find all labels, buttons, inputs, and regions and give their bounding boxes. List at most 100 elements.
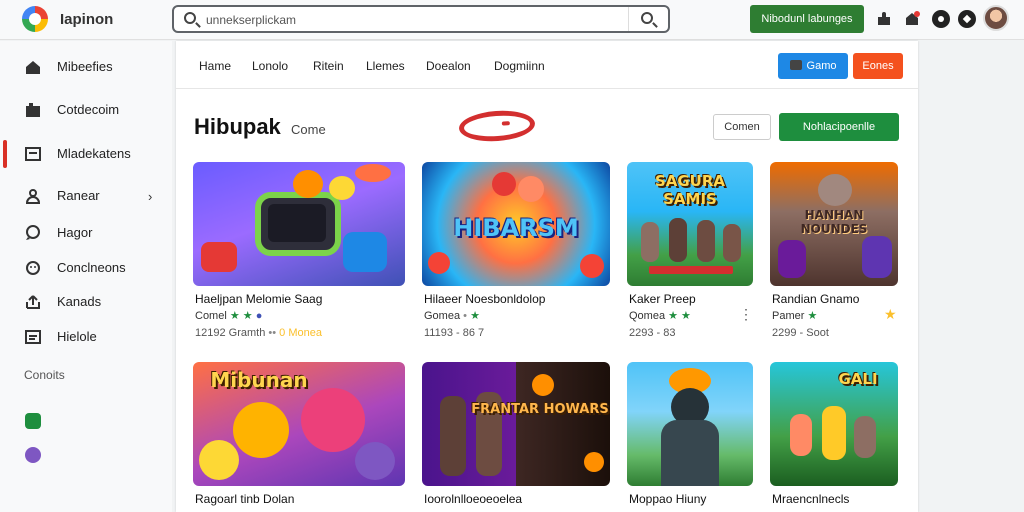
app-badge-icon[interactable] <box>25 413 41 429</box>
chat-icon <box>25 225 41 241</box>
game-thumbnail[interactable] <box>627 362 753 486</box>
card-title[interactable]: Moppao Hiuny <box>629 492 706 506</box>
app-logo-icon[interactable] <box>22 6 48 32</box>
tab-bar: Hame Lonolo Ritein Llemes Doealon Dogmii… <box>176 41 918 89</box>
card-meta: 2293 - 83 <box>629 327 676 339</box>
card-title[interactable]: Hilaeer Noesbonldolop <box>424 292 545 306</box>
gamepad-icon <box>25 260 41 276</box>
star-icon[interactable]: ★ <box>884 306 897 323</box>
game-card[interactable]: Moppao Hiuny <box>627 362 753 512</box>
thumbnail-title: SAGURA SAMIS <box>654 172 726 208</box>
game-thumbnail[interactable]: GALI <box>770 362 898 486</box>
upload-icon <box>25 294 41 310</box>
gamo-button[interactable]: Gamo <box>778 53 848 79</box>
sidebar-section-label: Conoits <box>24 368 65 382</box>
notifications-icon[interactable] <box>903 10 921 28</box>
sidebar-item-label: Mibeefies <box>57 59 113 74</box>
star-icon: ★ ★ <box>229 310 253 322</box>
card-meta: 11193 - 86 7 <box>424 327 485 339</box>
game-thumbnail[interactable]: HIBARSM <box>422 162 610 286</box>
star-icon: ★ <box>807 310 818 322</box>
sidebar-item-hagor[interactable]: Hagor <box>0 213 172 253</box>
tab-lonolo[interactable]: Lonolo <box>252 59 288 73</box>
thumbnail-title: GALI <box>838 370 878 388</box>
game-card[interactable]: HANHAN NOUNDES Randian Gnamo Pamer ★ 229… <box>770 162 898 348</box>
game-thumbnail[interactable]: FRANTAR HOWARS <box>422 362 610 486</box>
sidebar-item-label: Hielole <box>57 329 97 344</box>
gamepad-icon <box>789 60 802 70</box>
game-card[interactable]: HIBARSM Hilaeer Noesbonldolop Gomea • ★ … <box>422 162 610 348</box>
card-title[interactable]: Ragoarl tinb Dolan <box>195 492 294 506</box>
search-button[interactable] <box>628 7 668 31</box>
square-icon <box>25 146 41 162</box>
sidebar-item-hielole[interactable]: Hielole <box>0 317 172 357</box>
card-title[interactable]: Randian Gnamo <box>772 292 859 306</box>
page-title: Hibupak <box>194 114 281 139</box>
tab-ritein[interactable]: Ritein <box>313 59 344 73</box>
game-card[interactable]: SAGURA SAMIS Kaker Preep Qomea ★ ★ 2293 … <box>627 162 753 348</box>
settings-icon[interactable] <box>932 10 950 28</box>
sidebar-item-label: Ranear <box>57 188 100 203</box>
scribble-mark <box>458 108 536 144</box>
game-card[interactable]: Haeljpan Melomie Saag Comel ★ ★ ● 12192 … <box>193 162 405 348</box>
main-panel: Hame Lonolo Ritein Llemes Doealon Dogmii… <box>176 41 918 512</box>
card-subtitle: Comel ★ ★ ● <box>195 310 263 322</box>
card-title[interactable]: Haeljpan Melomie Saag <box>195 292 322 306</box>
list-icon <box>25 329 41 345</box>
game-thumbnail[interactable]: SAGURA SAMIS <box>627 162 753 286</box>
sidebar-item-label: Mladekatens <box>57 146 131 161</box>
sidebar-item-mibeefies[interactable]: Mibeefies <box>0 47 172 87</box>
sidebar-item-label: Conclneons <box>57 260 126 275</box>
card-subtitle: Qomea ★ ★ <box>629 310 691 322</box>
badge-icon: ● <box>255 310 263 322</box>
game-thumbnail[interactable] <box>193 162 405 286</box>
game-card[interactable]: FRANTAR HOWARS Ioorolnlloeoeoelea <box>422 362 610 512</box>
help-icon[interactable] <box>958 10 976 28</box>
card-title[interactable]: Kaker Preep <box>629 292 696 306</box>
sidebar-item-label: Hagor <box>57 225 93 240</box>
search-input[interactable]: unnekserplickam <box>206 13 296 27</box>
gamo-button-label: Gamo <box>806 60 837 72</box>
thumbnail-title: HIBARSM <box>453 214 579 242</box>
star-icon: ★ <box>470 310 480 322</box>
sidebar: Mibeefies Cotdecoim Mladekatens Ranear ›… <box>0 41 172 512</box>
tab-dogmiinn[interactable]: Dogmiinn <box>494 59 545 73</box>
card-title[interactable]: Ioorolnlloeoeoelea <box>424 492 522 506</box>
puzzle-icon[interactable] <box>875 10 893 28</box>
tab-doealon[interactable]: Doealon <box>426 59 471 73</box>
card-title[interactable]: Mraencnlnecls <box>772 492 849 506</box>
card-subtitle: Pamer ★ <box>772 310 818 322</box>
eones-button[interactable]: Eones <box>853 53 903 79</box>
card-meta: 12192 Gramth •• 0 Monea <box>195 327 322 339</box>
game-card[interactable]: GALI Mraencnlnecls <box>770 362 898 512</box>
card-meta: 2299 - Soot <box>772 327 829 339</box>
sidebar-item-kanads[interactable]: Kanads <box>0 282 172 322</box>
primary-button[interactable]: Nohlacipoenlle <box>779 113 899 141</box>
sidebar-item-mladekatens[interactable]: Mladekatens <box>0 134 172 174</box>
more-options-icon[interactable]: ⋮ <box>739 306 753 323</box>
top-cta-button[interactable]: Nibodunl labunges <box>750 5 864 33</box>
person-icon <box>25 188 41 204</box>
game-thumbnail[interactable]: Mibunan <box>193 362 405 486</box>
tab-llemes[interactable]: Llemes <box>366 59 405 73</box>
sidebar-item-label: Kanads <box>57 294 102 309</box>
sidebar-item-label: Cotdecoim <box>57 102 120 117</box>
search-icon <box>641 12 653 24</box>
chevron-right-icon[interactable]: › <box>148 189 152 204</box>
comen-button[interactable]: Comen <box>713 114 771 140</box>
tab-hame[interactable]: Hame <box>199 59 231 73</box>
game-thumbnail[interactable]: HANHAN NOUNDES <box>770 162 898 286</box>
app-title: Iapinon <box>60 11 114 28</box>
top-bar: Iapinon unnekserplickam Nibodunl labunge… <box>0 0 1024 40</box>
home-icon <box>25 59 41 75</box>
star-icon: ★ ★ <box>668 310 691 322</box>
avatar[interactable] <box>983 5 1009 31</box>
page-subtitle: Come <box>291 122 326 137</box>
sidebar-item-cotdecoim[interactable]: Cotdecoim <box>0 90 172 130</box>
card-subtitle: Gomea • ★ <box>424 310 480 322</box>
game-card[interactable]: Mibunan Ragoarl tinb Dolan <box>193 362 405 512</box>
sidebar-item-ranear[interactable]: Ranear › <box>0 176 172 216</box>
library-icon <box>25 102 41 118</box>
search-bar[interactable]: unnekserplickam <box>172 5 670 33</box>
app-badge-icon[interactable] <box>25 447 41 463</box>
